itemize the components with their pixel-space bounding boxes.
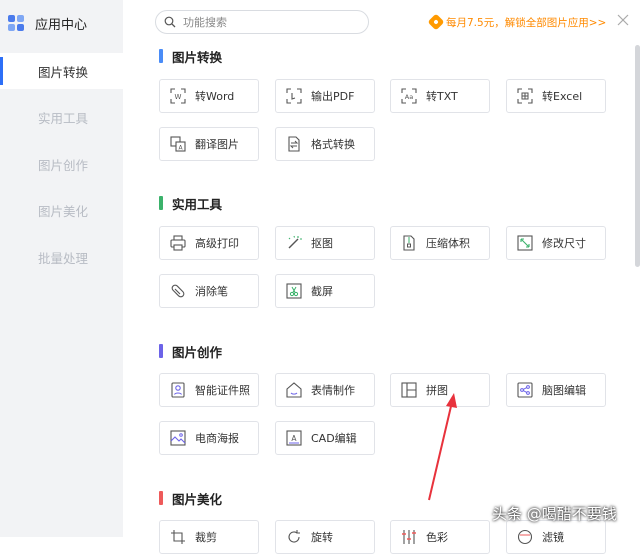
tool-to-excel[interactable]: 转Excel (506, 79, 606, 113)
tool-cutout[interactable]: 抠图 (275, 226, 375, 260)
tool-to-txt[interactable]: Aa 转TXT (390, 79, 490, 113)
sidebar-item-utility-tools[interactable]: 实用工具 (0, 99, 123, 135)
cad-icon: A (286, 430, 302, 446)
tool-label: 拼图 (426, 384, 448, 397)
section-title-image-create: 图片创作 (159, 343, 223, 360)
tool-mindmap[interactable]: 脑图编辑 (506, 373, 606, 407)
sidebar: 应用中心 图片转换 实用工具 图片创作 图片美化 批量处理 (0, 0, 123, 537)
promo-link[interactable]: 每月7.5元，解锁全部图片应用>> (427, 13, 607, 31)
section-title-text: 图片美化 (172, 491, 223, 507)
tool-label: 转Word (195, 90, 235, 103)
id-photo-icon (171, 382, 185, 398)
to-txt-icon: Aa (401, 88, 417, 104)
tool-eraser[interactable]: 消除笔 (159, 274, 259, 308)
section-title-utility-tools: 实用工具 (159, 195, 223, 212)
tool-label: 旋转 (311, 531, 333, 544)
eraser-icon (171, 284, 185, 298)
compress-icon (403, 235, 415, 251)
section-title-image-convert: 图片转换 (159, 48, 223, 65)
scrollbar-thumb[interactable] (635, 45, 640, 267)
close-icon[interactable] (617, 14, 629, 26)
section-title-text: 图片转换 (172, 49, 223, 65)
tool-label: 翻译图片 (195, 138, 239, 151)
section-marker (159, 344, 163, 358)
cutout-wand-icon (288, 235, 302, 249)
emoji-maker-icon (286, 382, 302, 398)
sidebar-item-batch-process[interactable]: 批量处理 (0, 239, 123, 275)
watermark: 头条 @喝醋不要钱 (492, 505, 617, 523)
tool-resize[interactable]: 修改尺寸 (506, 226, 606, 260)
tool-label: 滤镜 (542, 531, 564, 544)
color-adjust-icon (402, 530, 416, 544)
app-title: 应用中心 (35, 17, 88, 33)
sidebar-item-image-create[interactable]: 图片创作 (0, 146, 123, 182)
app-grid-icon (8, 14, 25, 32)
tool-label: 修改尺寸 (542, 237, 586, 250)
tool-label: 截屏 (311, 285, 333, 298)
svg-text:Aa: Aa (405, 93, 413, 101)
tool-label: 抠图 (311, 237, 333, 250)
crop-icon (171, 530, 185, 544)
tool-to-word[interactable]: W 转Word (159, 79, 259, 113)
tool-poster[interactable]: 电商海报 (159, 421, 259, 455)
printer-icon (170, 235, 186, 251)
tool-crop[interactable]: 裁剪 (159, 520, 259, 554)
tool-compress[interactable]: 压缩体积 (390, 226, 490, 260)
svg-text:W: W (175, 93, 182, 101)
tool-label: 智能证件照 (195, 384, 250, 397)
tool-id-photo[interactable]: 智能证件照 (159, 373, 259, 407)
search-icon (164, 16, 176, 28)
promo-text: 每月7.5元，解锁全部图片应用>> (446, 16, 607, 29)
tool-translate-image[interactable]: A 翻译图片 (159, 127, 259, 161)
tool-label: 脑图编辑 (542, 384, 586, 397)
mindmap-icon (517, 382, 533, 398)
tool-collage[interactable]: 拼图 (390, 373, 490, 407)
section-marker (159, 49, 163, 63)
tool-label: 消除笔 (195, 285, 228, 298)
sidebar-item-image-beautify[interactable]: 图片美化 (0, 192, 123, 228)
tool-label: CAD编辑 (311, 432, 357, 445)
tool-rotate[interactable]: 旋转 (275, 520, 375, 554)
section-title-text: 图片创作 (172, 344, 223, 360)
filter-icon (517, 529, 533, 545)
tool-label: 表情制作 (311, 384, 355, 397)
to-word-icon: W (170, 88, 186, 104)
translate-image-icon: A (170, 136, 186, 152)
tool-label: 高级打印 (195, 237, 239, 250)
section-marker (159, 196, 163, 210)
tool-label: 转Excel (542, 90, 583, 103)
app-header: 应用中心 (8, 12, 87, 34)
tool-color-adjust[interactable]: 色彩 (390, 520, 490, 554)
tool-screenshot[interactable]: 截屏 (275, 274, 375, 308)
tool-label: 转TXT (426, 90, 458, 103)
tool-cad-edit[interactable]: A CAD编辑 (275, 421, 375, 455)
tool-label: 裁剪 (195, 531, 217, 544)
tool-emoji-maker[interactable]: 表情制作 (275, 373, 375, 407)
tool-label: 格式转换 (311, 138, 355, 151)
tool-format-convert[interactable]: 格式转换 (275, 127, 375, 161)
rotate-icon (288, 530, 300, 543)
tool-advanced-print[interactable]: 高级打印 (159, 226, 259, 260)
svg-text:A: A (291, 434, 297, 443)
tool-output-pdf[interactable]: 输出PDF (275, 79, 375, 113)
vip-badge-icon (427, 13, 445, 31)
search-box[interactable] (155, 10, 369, 34)
resize-icon (517, 235, 533, 251)
screenshot-icon (286, 283, 302, 299)
section-title-image-beautify: 图片美化 (159, 490, 223, 507)
output-pdf-icon (286, 88, 302, 104)
section-title-text: 实用工具 (172, 196, 223, 212)
format-convert-icon (288, 136, 300, 152)
tool-label: 输出PDF (311, 90, 355, 103)
tool-filter[interactable]: 滤镜 (506, 520, 606, 554)
search-input[interactable] (181, 14, 365, 30)
tool-label: 电商海报 (195, 432, 239, 445)
poster-icon (170, 430, 186, 446)
collage-icon (401, 382, 417, 398)
tool-label: 压缩体积 (426, 237, 470, 250)
section-marker (159, 491, 163, 505)
sidebar-item-image-convert[interactable]: 图片转换 (0, 53, 123, 89)
tool-label: 色彩 (426, 531, 448, 544)
to-excel-icon (517, 88, 533, 104)
